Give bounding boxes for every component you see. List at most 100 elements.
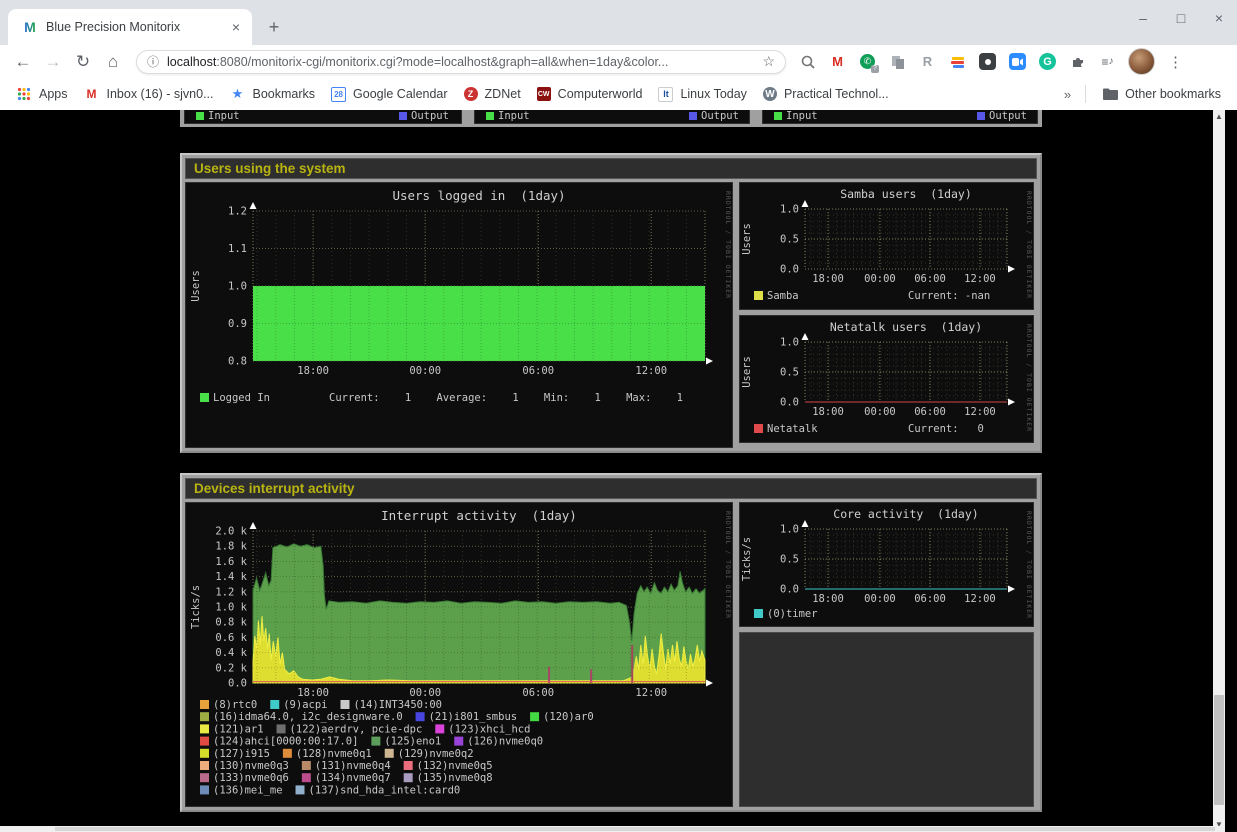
svg-text:RRDTOOL / TOBI OETIKER: RRDTOOL / TOBI OETIKER: [724, 191, 732, 299]
svg-text:(127)i915: (127)i915: [213, 748, 270, 760]
tab-close-icon[interactable]: ×: [228, 19, 244, 35]
cutoff-legend-input: Input: [196, 110, 240, 123]
svg-text:0.0: 0.0: [780, 584, 799, 596]
r-extension-icon[interactable]: R: [918, 52, 937, 71]
svg-text:0.6 k: 0.6 k: [215, 632, 247, 644]
output-color-swatch: [977, 112, 985, 120]
bookmarks-separator: [1085, 85, 1086, 103]
page-info-icon[interactable]: ⓘ: [147, 53, 159, 70]
svg-text:(123)xhci_hcd: (123)xhci_hcd: [448, 723, 530, 735]
hscrollbar-thumb[interactable]: [55, 827, 1215, 831]
horizontal-scrollbar[interactable]: [0, 826, 1225, 832]
svg-text:(16)idma64.0, i2c_designware.0: (16)idma64.0, i2c_designware.0: [213, 711, 403, 723]
home-icon[interactable]: ⌂: [98, 52, 128, 72]
svg-text:(126)nvme0q0: (126)nvme0q0: [467, 736, 543, 748]
maximize-icon[interactable]: □: [1173, 10, 1189, 26]
voice-extension-icon[interactable]: ✆ ?: [858, 52, 877, 71]
svg-text:18:00: 18:00: [812, 593, 844, 605]
interrupt-activity-graph[interactable]: 2.0 k1.8 k1.6 k1.4 k1.2 k1.0 k0.8 k0.6 k…: [185, 502, 733, 807]
svg-text:(135)nvme0q8: (135)nvme0q8: [417, 772, 493, 784]
users-logged-in-graph[interactable]: 1.21.11.00.90.818:0000:0006:0012:00Users…: [185, 182, 733, 448]
svg-text:(122)aerdrv, pcie-dpc: (122)aerdrv, pcie-dpc: [290, 723, 423, 735]
address-bar[interactable]: ⓘ localhost:8080/monitorix-cgi/monitorix…: [136, 50, 786, 74]
input-color-swatch: [774, 112, 782, 120]
cutoff-legend-input: Input: [774, 110, 818, 123]
svg-text:06:00: 06:00: [914, 273, 946, 285]
monitorix-favicon: M: [22, 19, 38, 35]
svg-text:1.2 k: 1.2 k: [215, 586, 247, 598]
svg-text:0.4 k: 0.4 k: [215, 647, 247, 659]
forward-icon[interactable]: →: [38, 52, 68, 72]
bookmark-star-icon[interactable]: ☆: [762, 53, 775, 70]
svg-text:1.0: 1.0: [228, 281, 247, 293]
bookmark-bookmarks[interactable]: ★ Bookmarks: [230, 86, 316, 102]
svg-text:12:00: 12:00: [964, 273, 996, 285]
section-title-users: Users using the system: [185, 158, 1037, 179]
svg-text:(125)eno1: (125)eno1: [384, 736, 441, 748]
svg-text:(14)INT3450:00: (14)INT3450:00: [353, 699, 442, 711]
svg-text:Ticks/s: Ticks/s: [741, 537, 753, 581]
cutoff-legend-input: Input: [486, 110, 530, 123]
gmail-icon: M: [84, 86, 100, 102]
svg-text:(130)nvme0q3: (130)nvme0q3: [213, 760, 289, 772]
bookmark-inbox[interactable]: M Inbox (16) - sjvn0...: [84, 86, 214, 102]
svg-text:0.5: 0.5: [780, 367, 799, 379]
svg-text:Current: 1 Average: 1: Current: 1 Average: 1 Min: 1 Max: 1: [329, 392, 683, 404]
search-extension-icon[interactable]: [798, 52, 817, 71]
bookmark-google-calendar[interactable]: 28 Google Calendar: [331, 87, 448, 102]
chrome-menu-icon[interactable]: ⋮: [1168, 53, 1183, 71]
reload-icon[interactable]: ↻: [68, 52, 98, 72]
svg-text:12:00: 12:00: [964, 406, 996, 418]
profile-avatar[interactable]: [1128, 48, 1155, 75]
calendar-icon: 28: [331, 87, 346, 102]
bookmark-other-bookmarks[interactable]: Other bookmarks: [1102, 86, 1221, 102]
svg-text:0.0: 0.0: [228, 678, 247, 690]
bookmarks-overflow-chevron[interactable]: »: [1064, 87, 1071, 102]
copy-pages-extension-icon[interactable]: [888, 52, 907, 71]
new-tab-button[interactable]: +: [262, 16, 286, 40]
cutoff-legend-output: Output: [399, 110, 449, 123]
svg-text:Users: Users: [741, 223, 753, 255]
svg-text:1.8 k: 1.8 k: [215, 541, 247, 553]
grammarly-extension-icon[interactable]: G: [1038, 52, 1057, 71]
svg-text:(0)timer: (0)timer: [767, 608, 818, 620]
zoom-extension-icon[interactable]: [1008, 52, 1027, 71]
back-icon[interactable]: ←: [8, 52, 38, 72]
media-queue-extension-icon[interactable]: ≡♪: [1098, 52, 1117, 71]
wordpress-icon: W: [763, 87, 777, 101]
bookmark-linux-today[interactable]: lt Linux Today: [658, 87, 747, 102]
core-activity-graph[interactable]: 1.00.50.018:0000:0006:0012:00Core activi…: [739, 502, 1034, 627]
svg-text:RRDTOOL / TOBI OETIKER: RRDTOOL / TOBI OETIKER: [1025, 191, 1033, 299]
svg-text:(136)mei_me: (136)mei_me: [213, 784, 283, 796]
samba-users-graph[interactable]: 1.00.50.018:0000:0006:0012:00Samba users…: [739, 182, 1034, 310]
monitorix-page: Input Output Input Output Input Output U…: [0, 110, 1225, 832]
svg-text:RRDTOOL / TOBI OETIKER: RRDTOOL / TOBI OETIKER: [1025, 511, 1033, 619]
svg-text:Ticks/s: Ticks/s: [190, 585, 202, 629]
bookmark-apps[interactable]: Apps: [16, 86, 68, 102]
folder-icon: [1102, 86, 1118, 102]
svg-text:1.4 k: 1.4 k: [215, 571, 247, 583]
svg-text:Users logged in (1day): Users logged in (1day): [392, 188, 565, 203]
puzzle-extension-icon[interactable]: [1068, 52, 1087, 71]
browser-toolbar: ← → ↻ ⌂ ⓘ localhost:8080/monitorix-cgi/m…: [0, 45, 1237, 78]
input-color-swatch: [486, 112, 494, 120]
svg-text:1.6 k: 1.6 k: [215, 556, 247, 568]
bookmark-practical-technology[interactable]: W Practical Technol...: [763, 87, 889, 101]
bookmark-computerworld[interactable]: CW Computerworld: [537, 87, 643, 101]
cutoff-legend-output: Output: [689, 110, 739, 123]
scroll-up-icon[interactable]: ▲: [1213, 110, 1225, 124]
bookmark-zdnet[interactable]: Z ZDNet: [464, 87, 521, 101]
netatalk-users-graph[interactable]: 1.00.50.018:0000:0006:0012:00Netatalk us…: [739, 315, 1034, 443]
minimize-icon[interactable]: –: [1135, 10, 1151, 26]
books-extension-icon[interactable]: [948, 52, 967, 71]
close-icon[interactable]: ×: [1211, 10, 1227, 26]
url-text: localhost:8080/monitorix-cgi/monitorix.c…: [167, 55, 756, 69]
lamp-extension-icon[interactable]: [978, 52, 997, 71]
svg-text:18:00: 18:00: [812, 273, 844, 285]
scrollbar-thumb[interactable]: [1214, 695, 1224, 805]
vertical-scrollbar[interactable]: ▲ ▼: [1213, 110, 1225, 832]
browser-tab[interactable]: M Blue Precision Monitorix ×: [8, 9, 252, 45]
gmail-extension-icon[interactable]: M: [828, 52, 847, 71]
svg-text:(120)ar0: (120)ar0: [543, 711, 594, 723]
svg-text:Current: -nan: Current: -nan: [908, 290, 990, 302]
